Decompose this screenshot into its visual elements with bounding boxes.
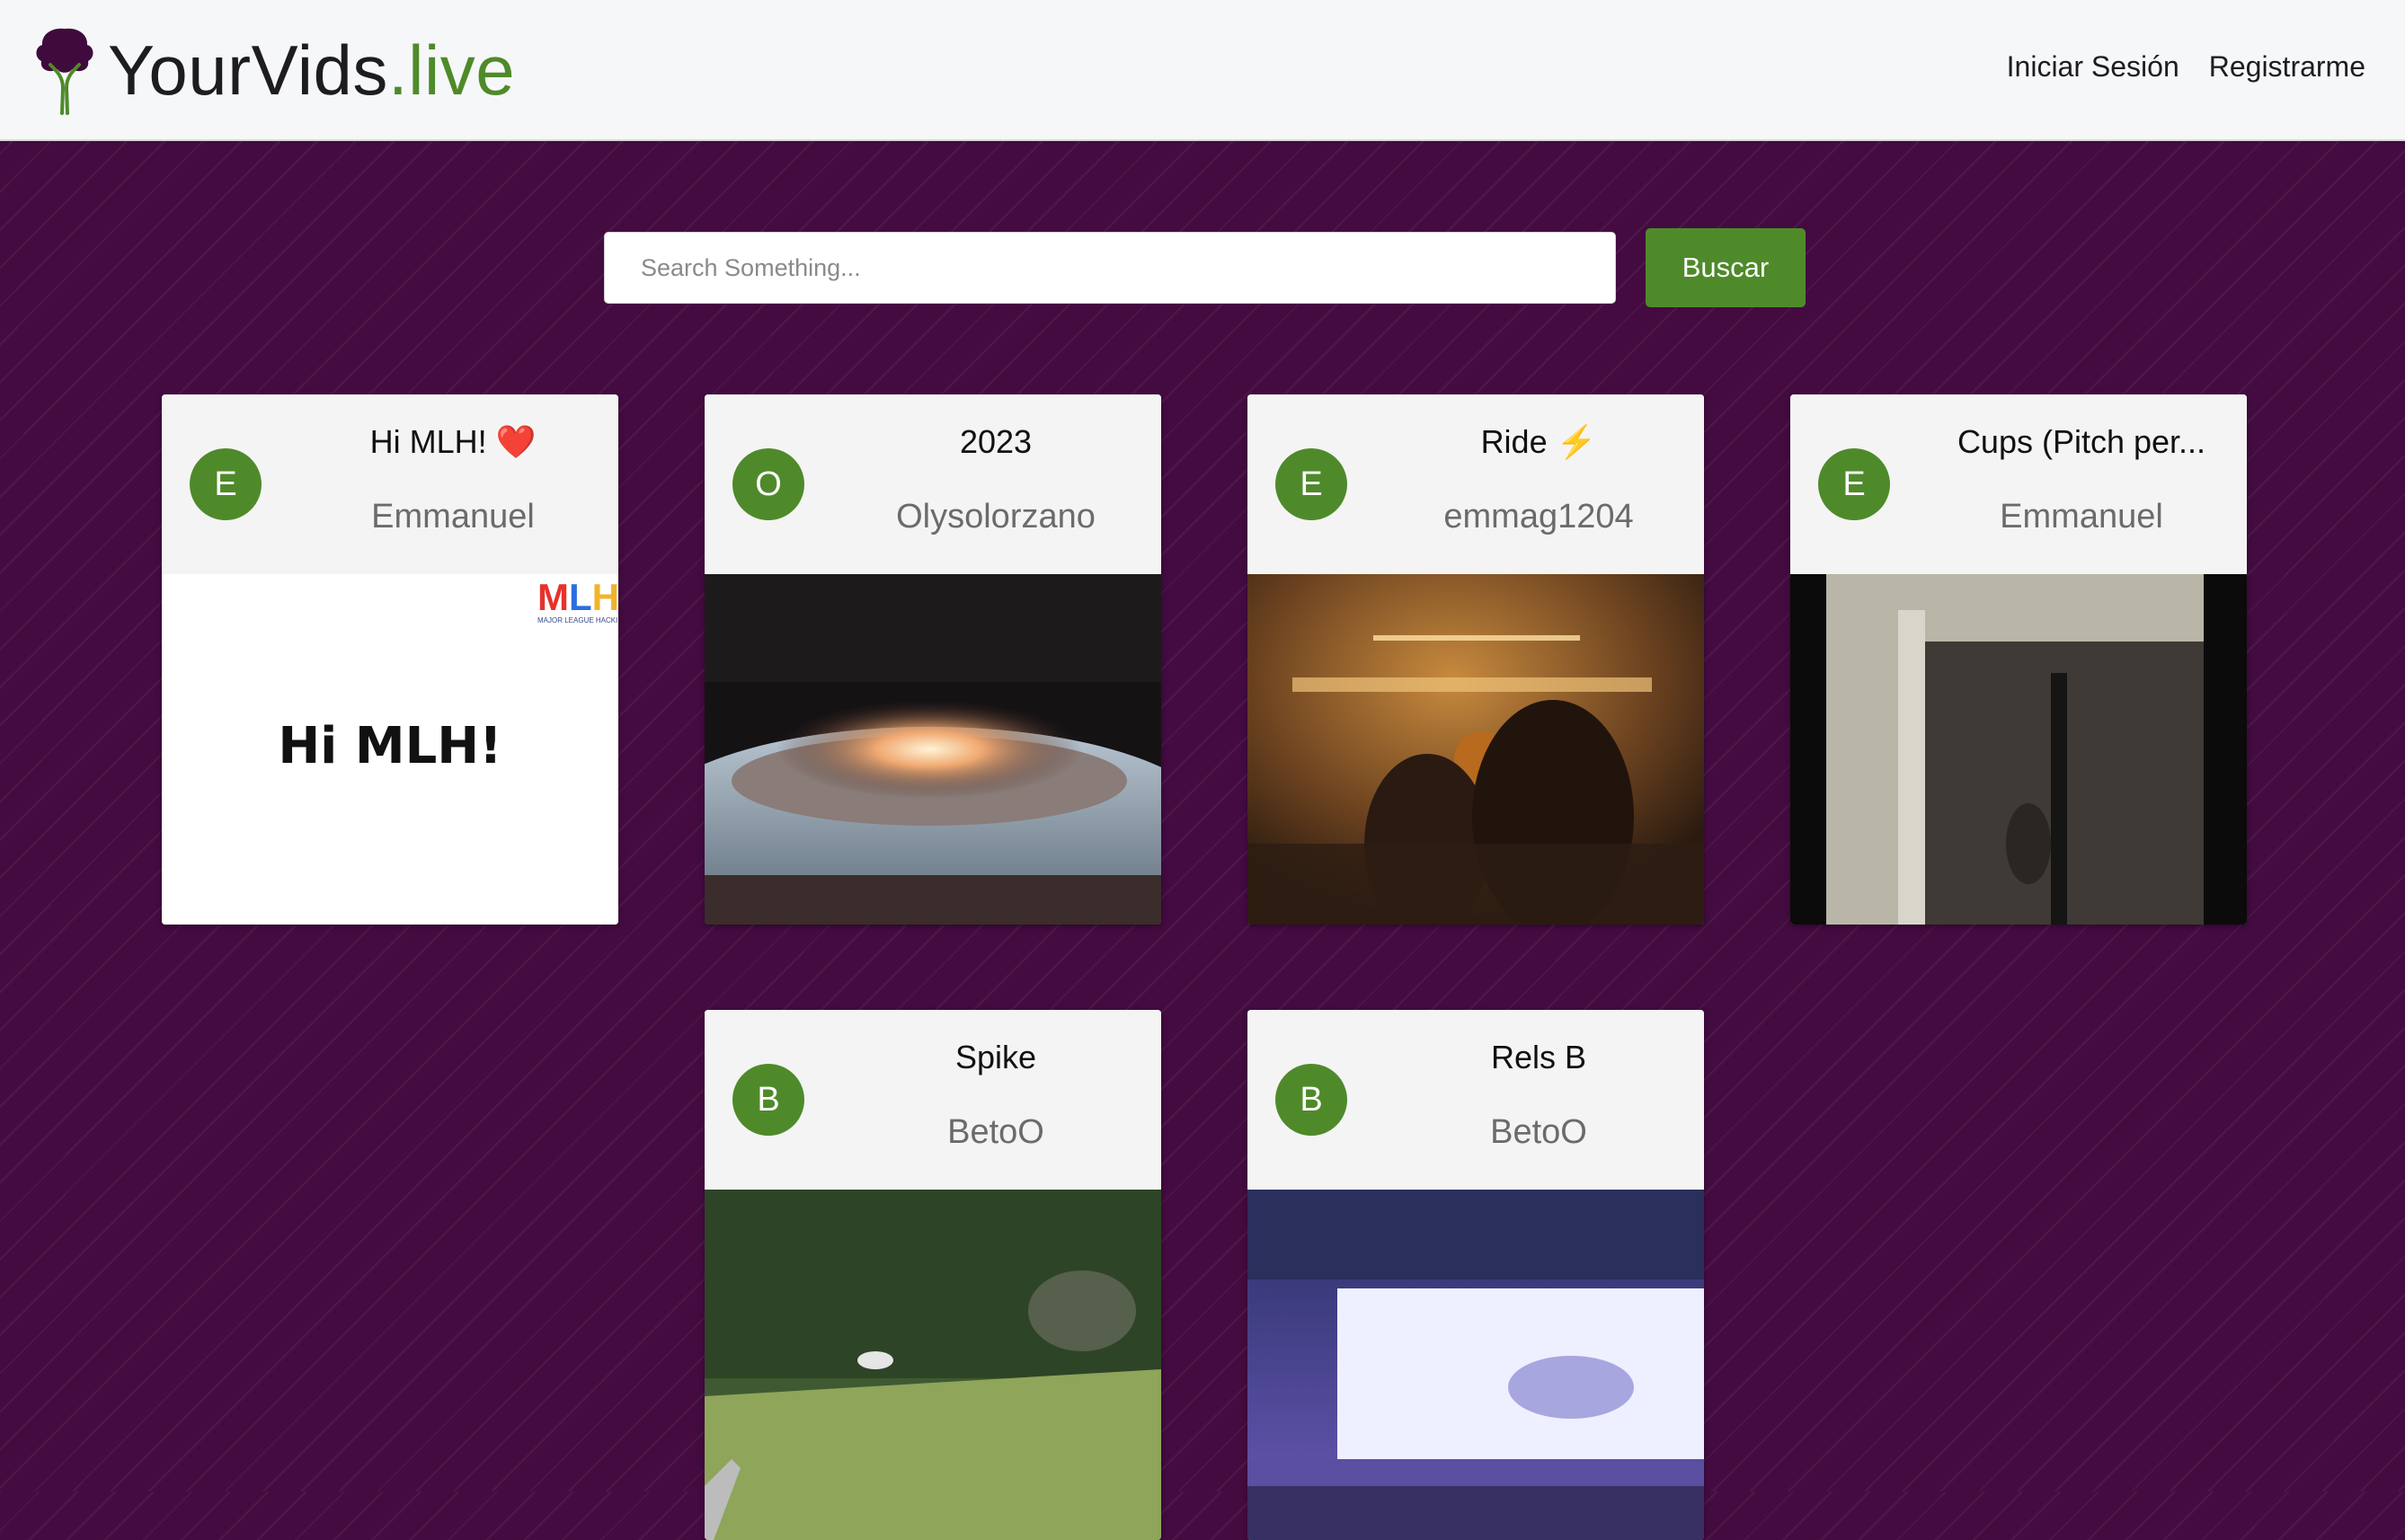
video-thumbnail[interactable]	[1247, 1190, 1704, 1540]
video-thumbnail[interactable]	[705, 574, 1161, 925]
avatar: B	[732, 1064, 804, 1136]
video-thumbnail[interactable]	[705, 1190, 1161, 1540]
card-header: E Ride ⚡ emmag1204	[1247, 394, 1704, 574]
video-thumbnail[interactable]: MLH MAJOR LEAGUE HACKING Hi MLH!	[162, 574, 618, 925]
video-thumbnail[interactable]	[1790, 574, 2247, 925]
card-header: E Cups (Pitch per... Emmanuel	[1790, 394, 2247, 574]
video-author: emmag1204	[1443, 498, 1634, 535]
thumbnail-caption: Hi MLH!	[278, 717, 501, 775]
tree-logo-icon	[36, 28, 93, 115]
video-author: BetoO	[1490, 1113, 1587, 1151]
card-header: O 2023 Olysolorzano	[705, 394, 1161, 574]
video-title: Rels B	[1490, 1039, 1587, 1075]
search-input[interactable]	[604, 232, 1616, 304]
video-card[interactable]: E Hi MLH! ❤️ Emmanuel MLH MAJOR LEAGUE H…	[162, 394, 618, 925]
avatar: B	[1275, 1064, 1347, 1136]
video-title: Ride ⚡	[1480, 423, 1597, 460]
search-button[interactable]: Buscar	[1646, 228, 1806, 307]
avatar: E	[1818, 448, 1890, 520]
mlh-logo: MLH	[537, 576, 618, 618]
login-link[interactable]: Iniciar Sesión	[2007, 50, 2179, 84]
top-navbar: YourVids.live Iniciar Sesión Registrarme	[0, 0, 2405, 141]
card-header: B Spike BetoO	[705, 1010, 1161, 1190]
video-card[interactable]: E Cups (Pitch per... Emmanuel	[1790, 394, 2247, 925]
video-author: BetoO	[947, 1113, 1044, 1151]
video-card[interactable]: O 2023 Olysolorzano	[705, 394, 1161, 925]
register-link[interactable]: Registrarme	[2209, 50, 2365, 84]
nav-links: Iniciar Sesión Registrarme	[2007, 50, 2365, 84]
mlh-logo-subtext: MAJOR LEAGUE HACKING	[537, 616, 618, 624]
video-card[interactable]: B Spike BetoO	[705, 1010, 1161, 1540]
video-author: Olysolorzano	[896, 498, 1096, 535]
brand-home-link[interactable]: YourVids.live	[32, 25, 515, 115]
video-title: 2023	[959, 423, 1033, 460]
video-thumbnail[interactable]	[1247, 574, 1704, 925]
video-card[interactable]: E Ride ⚡ emmag1204	[1247, 394, 1704, 925]
video-title: Hi MLH! ❤️	[369, 423, 537, 460]
video-card[interactable]: B Rels B BetoO	[1247, 1010, 1704, 1540]
brand-name: YourVids.live	[108, 31, 516, 110]
card-header: B Rels B BetoO	[1247, 1010, 1704, 1190]
video-author: Emmanuel	[2000, 498, 2163, 535]
avatar: O	[732, 448, 804, 520]
video-author: Emmanuel	[371, 498, 535, 535]
card-header: E Hi MLH! ❤️ Emmanuel	[162, 394, 618, 574]
video-title: Cups (Pitch per...	[1957, 423, 2206, 460]
avatar: E	[1275, 448, 1347, 520]
video-title: Spike	[954, 1039, 1037, 1075]
avatar: E	[190, 448, 262, 520]
